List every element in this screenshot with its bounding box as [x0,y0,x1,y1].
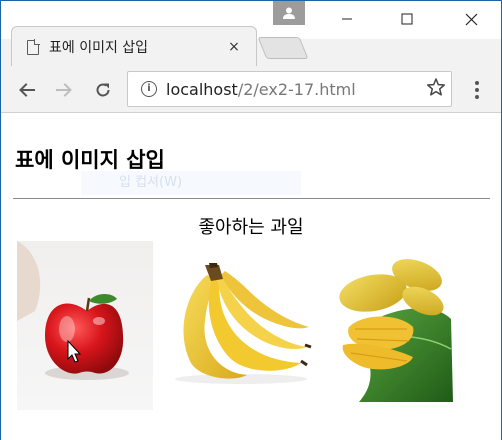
mango-image [329,249,453,402]
new-tab-button[interactable] [257,37,309,59]
faint-overlay-text: 입 컵셔(W) [81,171,301,195]
maximize-button[interactable] [384,3,430,35]
apple-image [17,241,153,410]
url-host: localhost [166,79,238,99]
title-bar: 표에 이미지 삽입 × [1,1,501,66]
minimize-button[interactable] [324,3,370,35]
forward-arrow-icon[interactable] [51,77,77,103]
browser-toolbar: i localhost/2/ex2-17.html [1,66,501,113]
tab-close-icon[interactable]: × [223,39,245,55]
profile-icon[interactable] [273,1,305,25]
back-arrow-icon[interactable] [14,77,40,103]
banana-image [161,261,313,386]
bookmark-star-icon[interactable] [421,77,451,101]
close-window-button[interactable] [448,3,494,35]
page-heading: 표에 이미지 삽입 [15,148,165,172]
info-icon[interactable]: i [141,81,157,97]
tab-content[interactable]: 표에 이미지 삽입 × [15,28,253,66]
horizontal-rule [13,198,490,199]
page-content: 표에 이미지 삽입 입 컵셔(W) 좋아하는 과일 [1,114,501,440]
url-text[interactable]: localhost/2/ex2-17.html [166,80,421,99]
table-caption: 좋아하는 과일 [198,217,304,238]
tab-title: 표에 이미지 삽입 [49,40,149,56]
page-icon [27,39,40,55]
browser-window: 표에 이미지 삽입 × i localhost/2/ex2-17.html 표에… [0,0,502,440]
reload-icon[interactable] [90,77,116,103]
address-bar[interactable]: i localhost/2/ex2-17.html [127,71,452,107]
url-path: /2/ex2-17.html [237,79,356,99]
menu-dots-icon[interactable] [469,78,485,102]
